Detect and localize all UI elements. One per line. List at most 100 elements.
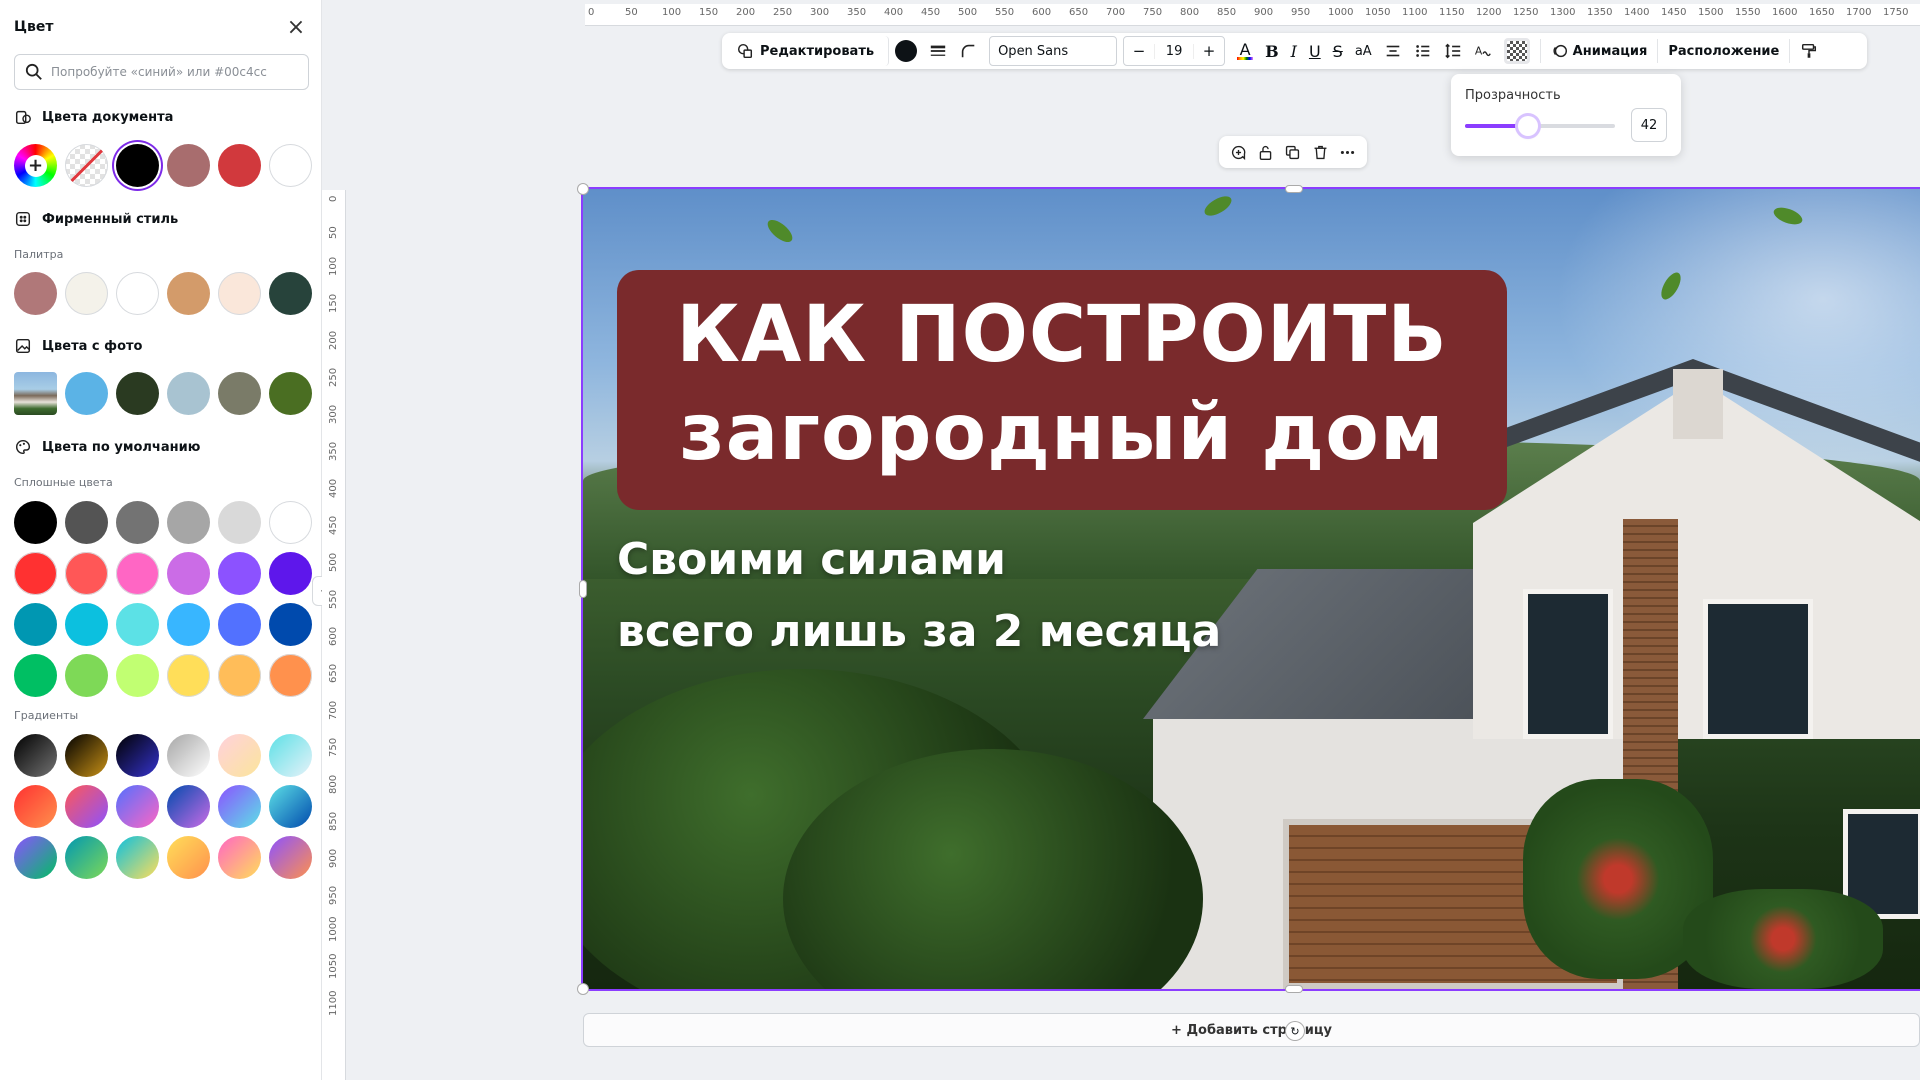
transparency-value[interactable]: 42 (1631, 108, 1667, 142)
solid-color-swatch[interactable] (269, 603, 312, 646)
photo-color-swatch[interactable] (269, 372, 312, 415)
document-color-swatch[interactable] (269, 144, 312, 187)
gradient-swatch[interactable] (167, 734, 210, 777)
solid-color-swatch[interactable] (218, 603, 261, 646)
photo-color-swatch[interactable] (65, 372, 108, 415)
resize-handle[interactable] (1286, 186, 1302, 192)
font-color-button[interactable]: A (1231, 36, 1259, 66)
copy-style-button[interactable] (1794, 36, 1824, 66)
brand-color-swatch[interactable] (116, 272, 159, 315)
resize-handle[interactable] (578, 984, 588, 994)
gradient-swatch[interactable] (65, 734, 108, 777)
solid-color-swatch[interactable] (65, 552, 108, 595)
gradient-swatch[interactable] (269, 785, 312, 828)
solid-color-swatch[interactable] (167, 552, 210, 595)
solid-color-swatch[interactable] (14, 501, 57, 544)
edit-button[interactable]: Редактировать (730, 36, 890, 66)
design-canvas[interactable]: КАК ПОСТРОИТЬ загородный дом Своими сила… (581, 187, 1920, 991)
resize-handle[interactable] (580, 581, 586, 597)
brand-color-swatch[interactable] (167, 272, 210, 315)
search-input[interactable] (51, 65, 301, 79)
gradient-swatch[interactable] (116, 785, 159, 828)
gradient-swatch[interactable] (218, 734, 261, 777)
color-search[interactable] (14, 54, 309, 90)
photo-color-swatch[interactable] (167, 372, 210, 415)
gradient-swatch[interactable] (269, 836, 312, 879)
gradient-swatch[interactable] (14, 836, 57, 879)
spacing-button[interactable] (1438, 36, 1468, 66)
letter-case-button[interactable]: aA (1349, 36, 1378, 66)
title-line-2[interactable]: загородный дом (617, 388, 1507, 478)
slider-thumb[interactable] (1518, 116, 1538, 136)
gradient-swatch[interactable] (218, 836, 261, 879)
gradient-swatch[interactable] (269, 734, 312, 777)
gradient-swatch[interactable] (65, 785, 108, 828)
border-style-button[interactable] (923, 36, 953, 66)
gradient-swatch[interactable] (218, 785, 261, 828)
solid-color-swatch[interactable] (167, 603, 210, 646)
solid-color-swatch[interactable] (269, 501, 312, 544)
solid-color-swatch[interactable] (14, 654, 57, 697)
transparency-slider[interactable] (1465, 116, 1615, 136)
font-selector[interactable]: Open Sans (989, 36, 1118, 66)
solid-color-swatch[interactable] (218, 654, 261, 697)
gradient-swatch[interactable] (167, 785, 210, 828)
photo-color-swatch[interactable] (218, 372, 261, 415)
rotate-icon[interactable]: ↻ (1286, 1022, 1304, 1040)
close-icon[interactable]: × (285, 15, 307, 40)
photo-thumbnail[interactable] (14, 372, 57, 415)
corner-rounding-button[interactable] (953, 36, 983, 66)
solid-color-swatch[interactable] (65, 654, 108, 697)
comment-button[interactable] (1228, 141, 1250, 163)
decrease-size-button[interactable]: − (1124, 42, 1154, 60)
solid-color-swatch[interactable] (14, 603, 57, 646)
brand-color-swatch[interactable] (218, 272, 261, 315)
brand-color-swatch[interactable] (14, 272, 57, 315)
list-button[interactable] (1408, 36, 1438, 66)
position-button[interactable]: Расположение (1662, 36, 1785, 66)
resize-handle[interactable] (578, 184, 588, 194)
solid-color-swatch[interactable] (269, 654, 312, 697)
document-color-swatch[interactable] (218, 144, 261, 187)
font-size-value[interactable]: 19 (1154, 43, 1195, 59)
add-color-button[interactable]: + (14, 144, 57, 187)
gradient-swatch[interactable] (14, 785, 57, 828)
add-page-button[interactable]: + Добавить страницу (583, 1013, 1920, 1047)
brand-color-swatch[interactable] (65, 272, 108, 315)
brand-color-swatch[interactable] (269, 272, 312, 315)
title-line-1[interactable]: КАК ПОСТРОИТЬ (617, 290, 1507, 380)
gradient-swatch[interactable] (116, 836, 159, 879)
solid-color-swatch[interactable] (116, 654, 159, 697)
solid-color-swatch[interactable] (269, 552, 312, 595)
solid-color-swatch[interactable] (167, 654, 210, 697)
italic-button[interactable]: I (1285, 36, 1303, 66)
resize-handle[interactable] (1286, 986, 1302, 992)
solid-color-swatch[interactable] (116, 552, 159, 595)
more-button[interactable] (1336, 141, 1358, 163)
strikethrough-button[interactable]: S (1327, 36, 1349, 66)
solid-color-swatch[interactable] (218, 552, 261, 595)
solid-color-swatch[interactable] (65, 603, 108, 646)
gradient-swatch[interactable] (167, 836, 210, 879)
transparency-button[interactable] (1498, 36, 1536, 66)
transparent-swatch[interactable] (65, 144, 108, 187)
title-box[interactable]: КАК ПОСТРОИТЬ загородный дом (617, 270, 1507, 510)
bold-button[interactable]: B (1259, 36, 1285, 66)
duplicate-button[interactable] (1282, 141, 1304, 163)
gradient-swatch[interactable] (116, 734, 159, 777)
subtitle-line-2[interactable]: всего лишь за 2 месяца (617, 606, 1221, 657)
solid-color-swatch[interactable] (65, 501, 108, 544)
text-color-button[interactable] (889, 36, 923, 66)
gradient-swatch[interactable] (65, 836, 108, 879)
document-color-swatch[interactable] (167, 144, 210, 187)
solid-color-swatch[interactable] (116, 501, 159, 544)
underline-button[interactable]: U (1303, 36, 1327, 66)
increase-size-button[interactable]: + (1194, 42, 1224, 60)
solid-color-swatch[interactable] (167, 501, 210, 544)
document-color-swatch[interactable] (116, 144, 159, 187)
solid-color-swatch[interactable] (218, 501, 261, 544)
effects-button[interactable]: A (1468, 36, 1498, 66)
solid-color-swatch[interactable] (14, 552, 57, 595)
delete-button[interactable] (1309, 141, 1331, 163)
subtitle-line-1[interactable]: Своими силами (617, 534, 1006, 585)
